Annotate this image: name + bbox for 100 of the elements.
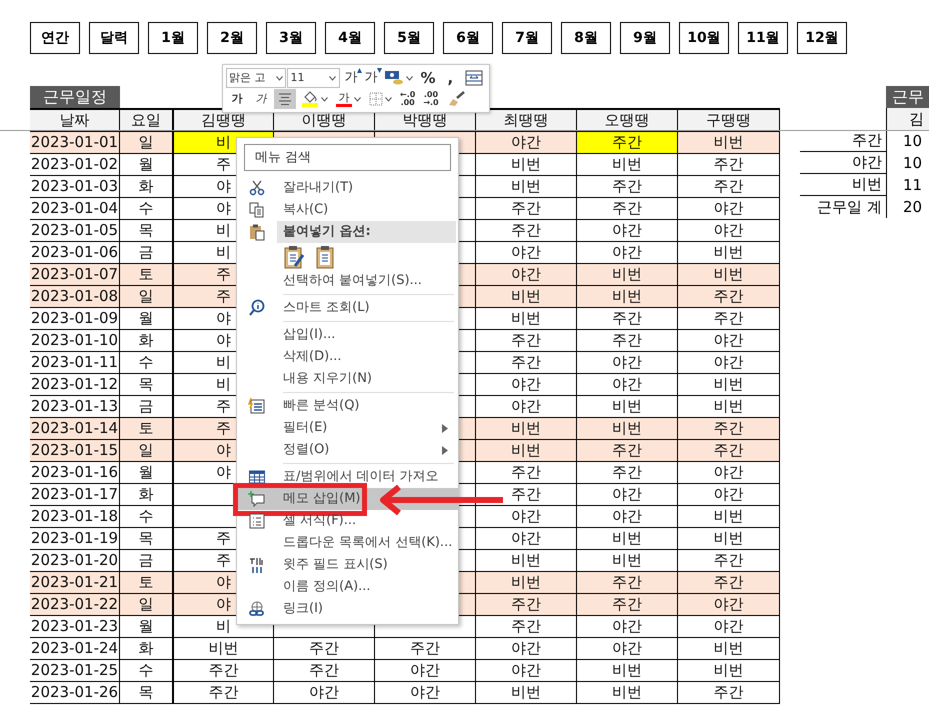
number-format-button[interactable]: , [440, 68, 461, 88]
date-cell: 2023-01-12 [30, 374, 120, 396]
summary-label: 비번 [800, 174, 886, 196]
date-cell: 2023-01-07 [30, 264, 120, 286]
shift-cell: 주간 [678, 440, 780, 462]
date-cell: 2023-01-08 [30, 286, 120, 308]
date-cell: 2023-01-02 [30, 154, 120, 176]
month-button[interactable]: 10월 [679, 22, 729, 54]
shift-cell: 비번 [476, 154, 577, 176]
weekday-cell: 토 [120, 418, 174, 440]
shift-cell: 주간 [476, 220, 577, 242]
shift-cell: 야간 [678, 484, 780, 506]
month-button[interactable]: 연간 [30, 22, 80, 54]
shift-cell: 주간 [577, 594, 678, 616]
weekday-cell: 토 [120, 264, 174, 286]
shift-cell: 주간 [577, 440, 678, 462]
shift-cell: 주간 [678, 418, 780, 440]
shift-cell: 야간 [476, 528, 577, 550]
font-name-field[interactable]: 맑은 고 [226, 68, 286, 88]
shift-cell: 야간 [375, 682, 476, 704]
month-button[interactable]: 11월 [738, 22, 788, 54]
weekday-cell: 금 [120, 396, 174, 418]
weekday-cell: 금 [120, 242, 174, 264]
month-button[interactable]: 2월 [207, 22, 257, 54]
shift-cell: 야간 [678, 330, 780, 352]
font-color-button[interactable]: 가 [333, 89, 364, 109]
date-cell: 2023-01-04 [30, 198, 120, 220]
search-field[interactable]: 메뉴 검색 [244, 144, 451, 171]
month-button[interactable]: 6월 [443, 22, 493, 54]
month-button[interactable]: 12월 [797, 22, 847, 54]
shift-cell: 주간 [375, 638, 476, 660]
month-button[interactable]: 1월 [148, 22, 198, 54]
decimal-button[interactable]: ←.0 .00 [397, 89, 418, 109]
shift-cell: 비번 [476, 682, 577, 704]
smart-lookup-icon [248, 299, 266, 317]
shift-cell: 주간 [678, 176, 780, 198]
shift-cell: 비번 [476, 308, 577, 330]
date-cell: 2023-01-20 [30, 550, 120, 572]
shift-cell: 주간 [174, 660, 274, 682]
italic-button[interactable]: 가 [250, 89, 272, 109]
shift-cell: 비번 [476, 572, 577, 594]
date-cell: 2023-01-03 [30, 176, 120, 198]
decimal-button[interactable]: .00 →.0 [420, 89, 442, 109]
shift-cell: 비번 [678, 638, 780, 660]
shift-cell: 야간 [476, 638, 577, 660]
shift-cell: 비번 [577, 528, 678, 550]
shift-cell: 야간 [274, 682, 375, 704]
shift-cell: 야간 [678, 352, 780, 374]
shift-cell: 주간 [577, 132, 678, 154]
shift-cell: 비번 [174, 638, 274, 660]
clipboard-icon [248, 223, 266, 241]
shift-cell: 야간 [577, 220, 678, 242]
date-cell: 2023-01-15 [30, 440, 120, 462]
column-header: 요일 [120, 110, 174, 132]
date-cell: 2023-01-19 [30, 528, 120, 550]
date-cell: 2023-01-21 [30, 572, 120, 594]
shift-cell: 주간 [577, 308, 678, 330]
paste-formatting-icon[interactable] [283, 244, 305, 268]
shift-cell: 야간 [476, 660, 577, 682]
increase-font-button[interactable]: 가 [341, 68, 360, 88]
shift-cell: 주간 [274, 660, 375, 682]
font-size-field[interactable]: 11 [286, 68, 340, 88]
shift-cell: 비번 [678, 374, 780, 396]
month-button[interactable]: 4월 [325, 22, 375, 54]
weekday-cell: 목 [120, 374, 174, 396]
shift-cell: 야간 [678, 616, 780, 638]
column-header: 김 [886, 108, 929, 130]
month-button[interactable]: 3월 [266, 22, 316, 54]
month-button[interactable]: 5월 [384, 22, 434, 54]
align-center-button[interactable] [274, 89, 296, 109]
shift-cell: 야간 [678, 198, 780, 220]
shift-cell: 주간 [678, 154, 780, 176]
money-icon [384, 70, 404, 86]
column-header: 날짜 [30, 110, 120, 132]
weekday-cell: 수 [120, 506, 174, 528]
summary-value: 10 [886, 152, 929, 174]
shift-cell: 야간 [678, 594, 780, 616]
bold-button[interactable]: 가 [226, 89, 248, 109]
shift-cell: 주간 [476, 462, 577, 484]
shift-cell: 주간 [678, 572, 780, 594]
weekday-cell: 토 [120, 572, 174, 594]
caret-icon [276, 76, 283, 80]
shift-cell: 주간 [174, 682, 274, 704]
paintbrush-icon [446, 91, 465, 107]
caret-icon [329, 76, 336, 80]
caret-icon [321, 96, 328, 102]
number-format-button[interactable]: % [417, 68, 439, 88]
menu-section-header: 붙여넣기 옵션: [277, 221, 456, 243]
summary-value: 11 [886, 174, 929, 196]
month-button[interactable]: 9월 [620, 22, 670, 54]
month-button[interactable]: 8월 [561, 22, 611, 54]
shift-cell: 비번 [476, 176, 577, 198]
shift-cell: 야간 [476, 264, 577, 286]
month-button[interactable]: 7월 [502, 22, 552, 54]
shift-cell: 비번 [476, 286, 577, 308]
wrap-text-icon [465, 70, 483, 86]
month-button[interactable]: 달력 [89, 22, 139, 54]
decrease-font-button[interactable]: 가 [361, 68, 380, 88]
shift-cell: 야간 [577, 638, 678, 660]
weekday-cell: 화 [120, 638, 174, 660]
